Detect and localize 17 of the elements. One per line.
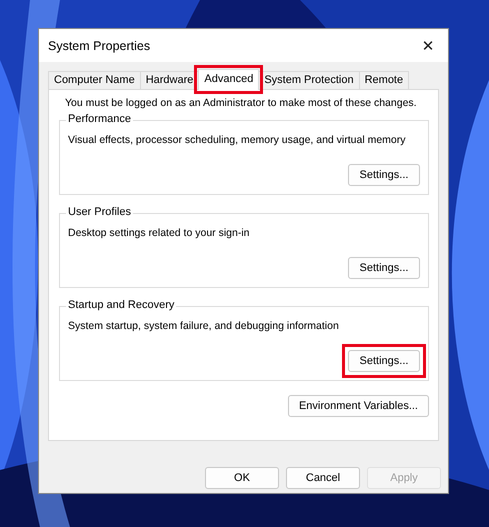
settings-button[interactable]: Settings... (348, 164, 420, 186)
group-description: Desktop settings related to your sign-in (68, 227, 251, 240)
settings-button[interactable]: Settings... (348, 257, 420, 279)
environment-variables-button[interactable]: Environment Variables... (288, 395, 429, 417)
notice-text: You must be logged on as an Administrator to make most of these changes. (65, 97, 418, 110)
tab[interactable]: Computer Name (48, 71, 141, 89)
dialog-button[interactable]: Cancel (286, 467, 360, 489)
window-title: System Properties (48, 38, 150, 52)
dialog-button[interactable]: OK (205, 467, 279, 489)
tab[interactable]: Remote (358, 71, 410, 89)
group-title: Startup and Recovery (66, 299, 176, 311)
settings-button[interactable]: Settings... (348, 350, 420, 372)
close-button[interactable]: ✕ (408, 29, 448, 62)
group-description: System startup, system failure, and debugging information (68, 320, 340, 333)
group-description: Visual effects, processor scheduling, memory usage, and virtual memory (68, 134, 407, 147)
group-title: User Profiles (66, 206, 133, 218)
group-title: Performance (66, 113, 133, 125)
